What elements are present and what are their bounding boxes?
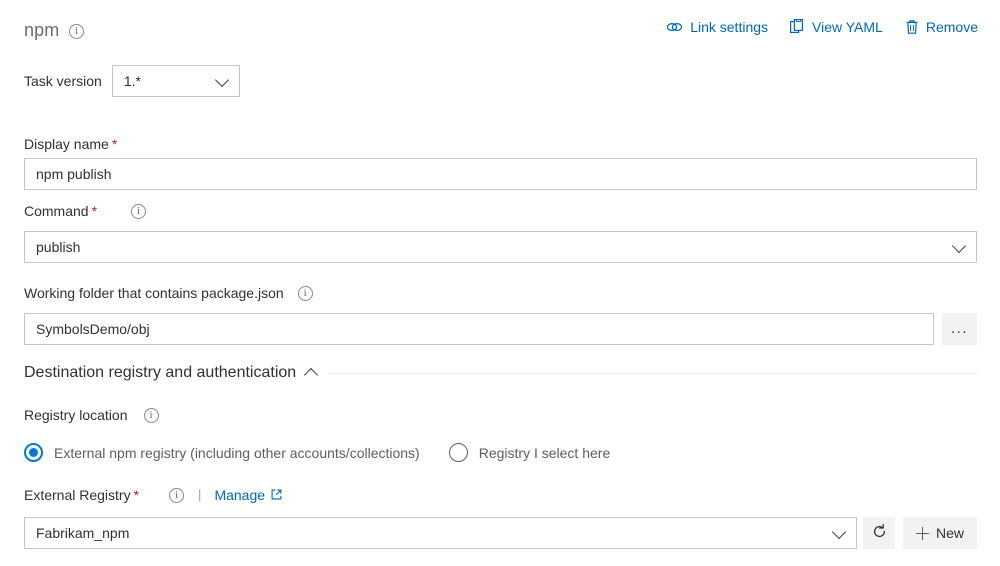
section-divider <box>328 372 977 374</box>
section-title: Destination registry and authentication <box>24 364 297 381</box>
refresh-icon <box>871 523 888 543</box>
command-dropdown[interactable]: publish <box>24 231 977 263</box>
clipboard-icon <box>790 19 805 35</box>
external-registry-label: External Registry * | Manage <box>24 486 282 504</box>
task-version-row: Task version 1.* <box>24 65 240 97</box>
radio-registry-i-select-here[interactable]: Registry I select here <box>448 443 611 462</box>
destination-registry-section-header[interactable]: Destination registry and authentication <box>24 362 977 384</box>
new-button[interactable]: New <box>903 517 977 549</box>
radio-external-npm-registry-label: External npm registry (including other a… <box>54 444 420 461</box>
registry-location-radio-group: External npm registry (including other a… <box>24 443 610 462</box>
display-name-input[interactable]: npm publish <box>24 158 977 190</box>
info-icon[interactable] <box>69 24 84 39</box>
task-config-panel: npm Link settings <box>0 0 1000 566</box>
radio-registry-i-select-here-label: Registry I select here <box>478 444 611 461</box>
external-registry-label-text: External Registry <box>24 487 131 503</box>
info-icon[interactable] <box>143 407 159 423</box>
info-icon[interactable] <box>169 487 185 503</box>
required-asterisk: * <box>91 203 98 219</box>
page-title: npm <box>24 20 60 40</box>
chevron-up-icon <box>304 367 319 383</box>
command-value: publish <box>36 239 81 255</box>
required-asterisk: * <box>133 487 140 503</box>
external-registry-value: Fabrikam_npm <box>36 525 130 541</box>
plus-icon <box>915 526 929 540</box>
trash-icon <box>905 19 919 35</box>
panel-header: npm Link settings <box>0 0 1000 56</box>
display-name-label-text: Display name <box>24 136 109 152</box>
task-version-label: Task version <box>24 73 102 89</box>
registry-location-label: Registry location <box>24 406 159 424</box>
task-version-value: 1.* <box>123 73 141 89</box>
radio-circle-unselected <box>448 443 468 462</box>
task-version-select[interactable]: 1.* <box>111 65 240 97</box>
remove-button[interactable]: Remove <box>905 17 978 37</box>
manage-link[interactable]: Manage <box>214 486 282 504</box>
separator: | <box>198 487 202 502</box>
external-registry-dropdown[interactable]: Fabrikam_npm <box>24 517 857 549</box>
manage-link-label: Manage <box>214 487 266 503</box>
info-icon[interactable] <box>131 203 147 219</box>
link-settings-button[interactable]: Link settings <box>666 17 768 37</box>
display-name-label: Display name * <box>24 135 117 153</box>
command-label: Command * <box>24 202 147 220</box>
view-yaml-label: View YAML <box>812 19 883 35</box>
header-actions: Link settings View YAML Remove <box>666 17 978 37</box>
chevron-down-icon <box>214 72 229 88</box>
chevron-down-icon <box>951 238 967 254</box>
working-folder-label: Working folder that contains package.jso… <box>24 284 313 302</box>
required-asterisk: * <box>111 136 118 152</box>
new-button-label: New <box>935 525 964 541</box>
command-label-text: Command <box>24 203 89 219</box>
radio-circle-selected <box>24 443 43 462</box>
working-folder-value: SymbolsDemo/obj <box>36 321 150 337</box>
remove-label: Remove <box>925 19 978 35</box>
working-folder-label-text: Working folder that contains package.jso… <box>24 285 284 301</box>
radio-external-npm-registry[interactable]: External npm registry (including other a… <box>24 443 420 462</box>
view-yaml-button[interactable]: View YAML <box>790 17 883 37</box>
registry-location-label-text: Registry location <box>24 407 128 423</box>
chevron-down-icon <box>831 524 847 540</box>
link-icon <box>666 20 683 34</box>
info-icon[interactable] <box>297 285 313 301</box>
external-link-icon <box>271 486 282 504</box>
browse-button[interactable]: ... <box>942 313 977 345</box>
refresh-button[interactable] <box>863 517 895 549</box>
link-settings-label: Link settings <box>690 19 769 35</box>
display-name-value: npm publish <box>36 166 112 182</box>
working-folder-input[interactable]: SymbolsDemo/obj <box>24 313 934 345</box>
